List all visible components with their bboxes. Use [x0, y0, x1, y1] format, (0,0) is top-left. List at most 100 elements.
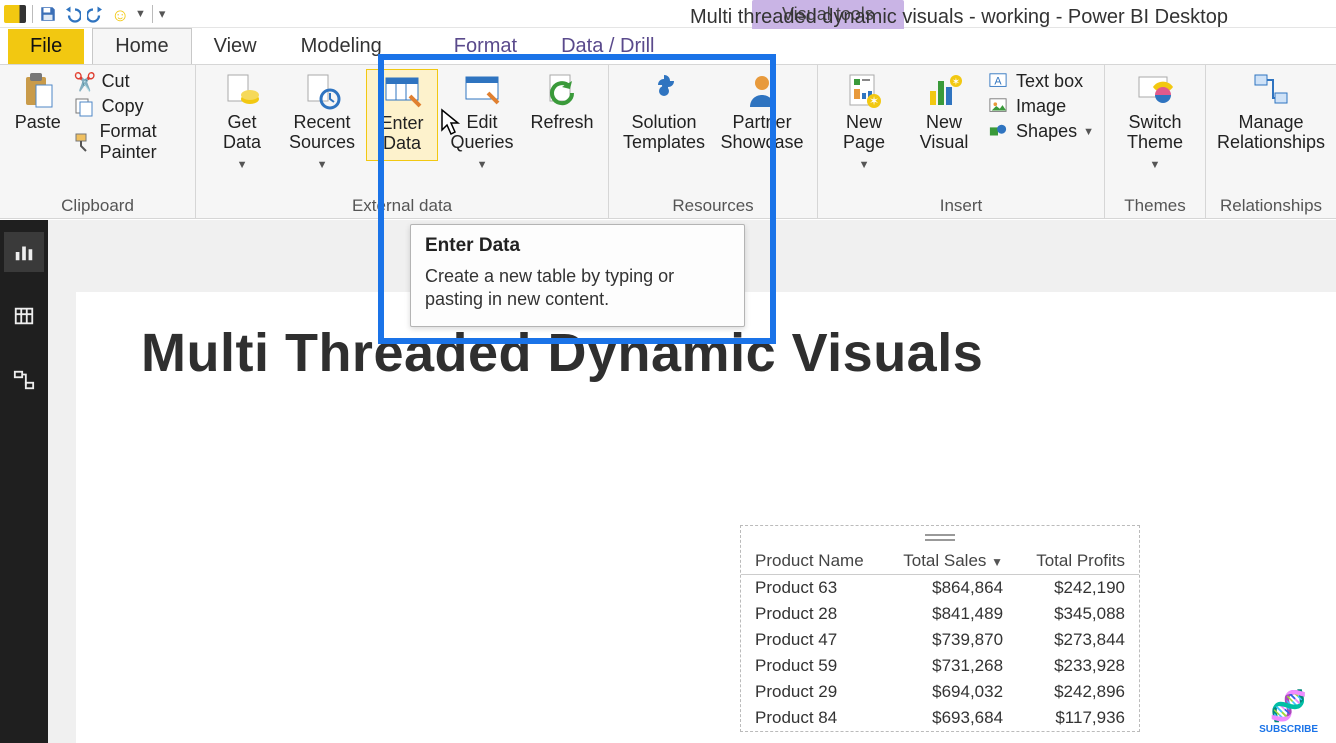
cell-name: Product 59: [741, 653, 884, 679]
shapes-button[interactable]: Shapes ▼: [988, 121, 1094, 142]
nav-model-icon[interactable]: [4, 360, 44, 400]
left-nav: [0, 220, 48, 743]
table-row[interactable]: Product 28$841,489$345,088: [741, 601, 1139, 627]
customize-qat-icon[interactable]: ▾: [159, 6, 166, 22]
separator: [32, 5, 33, 23]
copy-button[interactable]: Copy: [74, 96, 185, 117]
separator: [152, 5, 153, 23]
get-data-icon: [222, 71, 262, 111]
paste-icon: [18, 71, 58, 111]
get-data-button[interactable]: Get Data ▼: [206, 69, 278, 173]
solution-templates-label: Solution Templates: [623, 113, 705, 157]
tab-data-drill[interactable]: Data / Drill: [539, 29, 676, 64]
switch-theme-icon: [1135, 71, 1175, 111]
cut-icon: ✂️: [74, 72, 96, 92]
tooltip: Enter Data Create a new table by typing …: [410, 224, 745, 327]
recent-sources-button[interactable]: Recent Sources ▼: [286, 69, 358, 173]
paste-label: Paste: [15, 113, 61, 157]
cell-profits: $242,190: [1017, 575, 1139, 602]
refresh-icon: [542, 71, 582, 111]
new-page-label: New Page: [843, 113, 885, 157]
edit-queries-button[interactable]: Edit Queries ▼: [446, 69, 518, 173]
recent-sources-label: Recent Sources: [289, 113, 355, 157]
switch-theme-button[interactable]: Switch Theme ▼: [1115, 69, 1195, 173]
dropdown-icon[interactable]: ▼: [135, 8, 146, 20]
solution-templates-button[interactable]: Solution Templates: [619, 69, 709, 159]
shapes-label: Shapes: [1016, 121, 1077, 142]
subscribe-watermark: 🧬 SUBSCRIBE: [1259, 689, 1318, 735]
ribbon-tabs: File Home View Modeling Format Data / Dr…: [0, 28, 1336, 64]
group-label: Themes: [1115, 194, 1195, 216]
tab-format[interactable]: Format: [432, 29, 539, 64]
group-label: Relationships: [1216, 194, 1326, 216]
save-icon[interactable]: [39, 5, 57, 23]
redo-icon[interactable]: [87, 5, 105, 23]
enter-data-button[interactable]: Enter Data: [366, 69, 438, 161]
cell-profits: $273,844: [1017, 627, 1139, 653]
table-row[interactable]: Product 84$693,684$117,936: [741, 705, 1139, 731]
dropdown-icon: ▼: [317, 159, 328, 171]
refresh-button[interactable]: Refresh: [526, 69, 598, 159]
cell-sales: $739,870: [884, 627, 1017, 653]
tab-view[interactable]: View: [192, 29, 279, 64]
recent-sources-icon: [302, 71, 342, 111]
cell-sales: $693,684: [884, 705, 1017, 731]
svg-text:✶: ✶: [952, 77, 960, 88]
tab-home[interactable]: Home: [92, 28, 191, 64]
refresh-label: Refresh: [531, 113, 594, 157]
manage-relationships-label: Manage Relationships: [1217, 113, 1325, 157]
edit-queries-label: Edit Queries: [451, 113, 514, 157]
text-box-label: Text box: [1016, 71, 1083, 92]
new-page-button[interactable]: ✶ New Page ▼: [828, 69, 900, 173]
dna-icon: 🧬: [1259, 689, 1318, 724]
group-label: Clipboard: [10, 194, 185, 216]
cell-sales: $694,032: [884, 679, 1017, 705]
new-visual-label: New Visual: [920, 113, 969, 157]
new-visual-button[interactable]: ✶ New Visual: [908, 69, 980, 159]
smiley-icon[interactable]: ☺: [111, 5, 129, 23]
sort-desc-icon: ▼: [991, 555, 1003, 569]
undo-icon[interactable]: [63, 5, 81, 23]
table-visual[interactable]: Product Name Total Sales ▼ Total Profits…: [740, 525, 1140, 732]
svg-text:A: A: [994, 75, 1002, 87]
manage-relationships-button[interactable]: Manage Relationships: [1216, 69, 1326, 159]
tab-file[interactable]: File: [8, 29, 84, 64]
nav-data-icon[interactable]: [4, 296, 44, 336]
group-themes: Switch Theme ▼ Themes: [1105, 65, 1206, 218]
window-title: Multi threaded dynamic visuals - working…: [690, 6, 1228, 29]
col-header-sales[interactable]: Total Sales ▼: [884, 548, 1017, 575]
solution-templates-icon: [644, 71, 684, 111]
shapes-icon: [988, 122, 1010, 142]
group-external-data: Get Data ▼ Recent Sources ▼ Enter Data: [196, 65, 609, 218]
image-icon: [988, 97, 1010, 117]
cell-profits: $242,896: [1017, 679, 1139, 705]
cut-button[interactable]: ✂️ Cut: [74, 71, 185, 92]
table-row[interactable]: Product 47$739,870$273,844: [741, 627, 1139, 653]
visual-grip-icon[interactable]: [925, 534, 955, 538]
report-page[interactable]: Multi Threaded Dynamic Visuals: [76, 292, 1336, 743]
edit-queries-icon: [462, 71, 502, 111]
table-row[interactable]: Product 63$864,864$242,190: [741, 575, 1139, 602]
dropdown-icon: ▼: [237, 159, 248, 171]
group-label: Insert: [828, 194, 1094, 216]
table-row[interactable]: Product 59$731,268$233,928: [741, 653, 1139, 679]
enter-data-icon: [382, 72, 422, 112]
dropdown-icon: ▼: [1150, 159, 1161, 171]
table-row[interactable]: Product 29$694,032$242,896: [741, 679, 1139, 705]
col-header-name[interactable]: Product Name: [741, 548, 884, 575]
nav-report-icon[interactable]: [4, 232, 44, 272]
image-button[interactable]: Image: [988, 96, 1094, 117]
cell-name: Product 29: [741, 679, 884, 705]
text-box-button[interactable]: A Text box: [988, 71, 1094, 92]
paste-button[interactable]: Paste: [10, 69, 66, 159]
partner-showcase-button[interactable]: Partner Showcase: [717, 69, 807, 159]
group-relationships: Manage Relationships Relationships: [1206, 65, 1336, 218]
cell-name: Product 63: [741, 575, 884, 602]
partner-showcase-label: Partner Showcase: [721, 113, 804, 157]
format-painter-button[interactable]: Format Painter: [74, 121, 185, 163]
tab-modeling[interactable]: Modeling: [279, 29, 404, 64]
format-painter-label: Format Painter: [100, 121, 185, 163]
format-painter-icon: [74, 132, 94, 152]
copy-label: Copy: [102, 96, 144, 117]
col-header-profits[interactable]: Total Profits: [1017, 548, 1139, 575]
